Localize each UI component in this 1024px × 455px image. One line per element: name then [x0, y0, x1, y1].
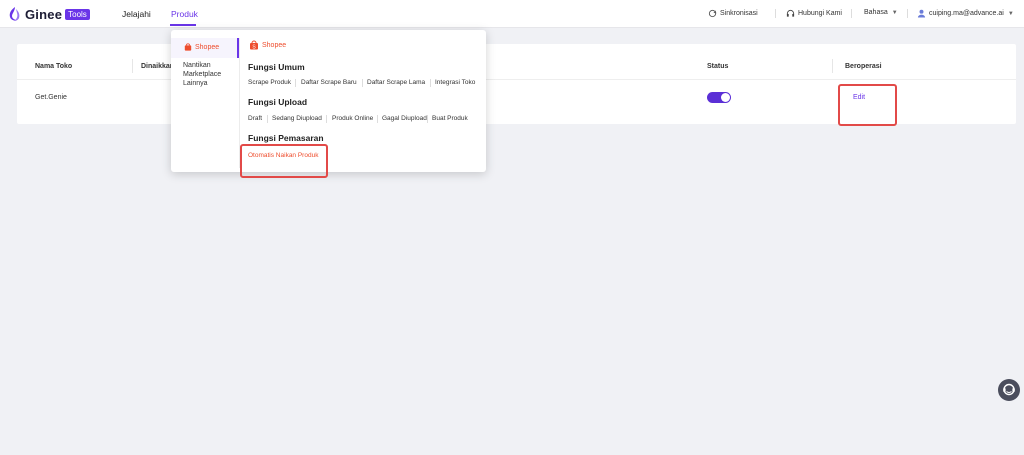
link-separator	[326, 115, 327, 123]
language-select[interactable]: Bahasa ▼	[864, 9, 898, 16]
column-divider	[832, 59, 833, 73]
user-icon	[917, 9, 926, 18]
shopee-bag-icon	[184, 43, 192, 51]
menu-link-online-products[interactable]: Produk Online	[332, 115, 373, 122]
chevron-down-icon: ▼	[1007, 10, 1014, 17]
ginee-logo-icon	[9, 7, 20, 21]
menu-link-new-scrape-list[interactable]: Daftar Scrape Baru	[301, 79, 357, 86]
nav-jelajahi[interactable]: Jelajahi	[122, 9, 151, 19]
chat-icon	[1003, 383, 1015, 396]
menu-link-scrape-product[interactable]: Scrape Produk	[248, 79, 291, 86]
divider	[907, 9, 908, 18]
headset-icon	[786, 9, 795, 17]
col-header-uploaded: Dinaikkan	[141, 63, 175, 70]
column-divider	[132, 59, 133, 73]
brand-name: Ginee	[25, 6, 63, 22]
contact-label: Hubungi Kami	[798, 10, 842, 17]
highlight-box-edit	[838, 84, 897, 126]
col-header-store-name: Nama Toko	[35, 63, 73, 70]
sync-label: Sinkronisasi	[720, 10, 758, 17]
menu-link-store-integration[interactable]: Integrasi Toko	[435, 79, 475, 86]
link-separator	[362, 79, 363, 87]
logo[interactable]: Ginee Tools	[8, 6, 90, 22]
shopee-bag-icon: S	[250, 40, 258, 50]
section-title-upload: Fungsi Upload	[248, 97, 308, 107]
shopee-label: Shopee	[195, 43, 220, 51]
highlight-box-auto-bump	[240, 144, 328, 178]
link-separator	[295, 79, 296, 87]
menu-link-create-product[interactable]: Buat Produk	[432, 115, 468, 122]
section-title-general: Fungsi Umum	[248, 62, 305, 72]
link-separator	[427, 115, 428, 123]
language-label: Bahasa	[864, 9, 888, 16]
top-bar: Ginee Tools Jelajahi Produk Sinkronisasi…	[0, 0, 1024, 28]
menu-link-draft[interactable]: Draft	[248, 115, 262, 122]
nav-produk[interactable]: Produk	[171, 9, 198, 19]
brand-badge: Tools	[65, 8, 90, 20]
menu-link-uploading[interactable]: Sedang Diupload	[272, 115, 322, 122]
marketplace-item-shopee[interactable]: Shopee	[184, 43, 219, 51]
chat-support-button[interactable]	[998, 379, 1020, 401]
link-separator	[377, 115, 378, 123]
contact-button[interactable]: Hubungi Kami	[786, 9, 842, 18]
nav-active-indicator	[170, 24, 196, 26]
marketplace-item-coming-soon: Nantikan Marketplace Lainnya	[183, 62, 222, 87]
store-name-cell: Get.Genie	[35, 94, 67, 101]
shopee-header-label: Shopee	[262, 41, 287, 49]
sync-button[interactable]: Sinkronisasi	[708, 9, 758, 18]
status-toggle[interactable]	[707, 92, 731, 103]
link-separator	[430, 79, 431, 87]
divider	[851, 9, 852, 18]
shopee-header: S Shopee	[249, 40, 286, 50]
link-separator	[267, 115, 268, 123]
divider	[775, 9, 776, 18]
chevron-down-icon: ▼	[891, 9, 898, 16]
col-header-action: Beroperasi	[845, 63, 882, 70]
menu-link-old-scrape-list[interactable]: Daftar Scrape Lama	[367, 79, 425, 86]
produk-dropdown-menu: Shopee Nantikan Marketplace Lainnya S Sh…	[171, 30, 486, 172]
menu-link-upload-failed[interactable]: Gagal Diupload	[382, 115, 427, 122]
table-header-divider	[17, 79, 1016, 80]
user-menu[interactable]: cuiping.ma@advance.ai ▼	[917, 9, 1014, 18]
user-email: cuiping.ma@advance.ai	[929, 10, 1004, 17]
col-header-status: Status	[707, 63, 729, 70]
section-title-marketing: Fungsi Pemasaran	[248, 133, 324, 143]
sync-icon	[708, 9, 717, 18]
marketplace-list: Shopee Nantikan Marketplace Lainnya	[171, 30, 239, 172]
toggle-knob	[721, 93, 730, 102]
